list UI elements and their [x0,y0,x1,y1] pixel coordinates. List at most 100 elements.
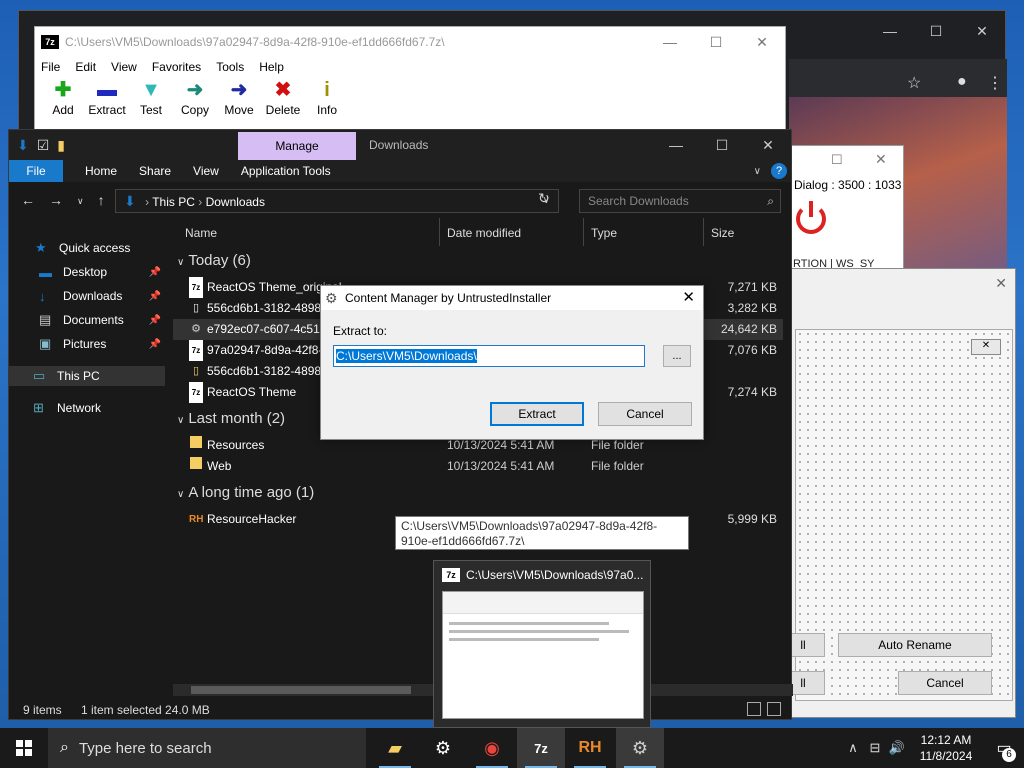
menu-tools[interactable]: Tools [216,60,244,74]
table-row[interactable]: Web 10/13/2024 5:41 AM File folder [173,456,783,477]
recent-locations-chevron-icon[interactable]: ∨ [77,192,84,210]
settings-taskbar-icon[interactable]: ⚙ [419,728,467,768]
sidebar-item-label: Network [57,401,102,415]
chrome-menu-icon[interactable]: ⋮ [987,73,1003,93]
breadcrumb-this-pc[interactable]: This PC [152,195,195,209]
column-header-type[interactable]: Type [591,218,617,248]
auto-rename-button[interactable]: Auto Rename [838,633,992,657]
up-arrow-icon[interactable]: ↑ [98,192,105,210]
bookmark-star-icon[interactable]: ☆ [907,73,921,93]
chrome-close-button[interactable]: ✕ [959,11,1005,51]
maximize-button[interactable]: ☐ [693,27,739,57]
group-header-long-ago[interactable]: ∨ A long time ago (1) [177,484,314,501]
background-dialog-maximize-button[interactable]: ☐ [831,152,843,168]
background-dialog-close-button[interactable]: ✕ [875,151,887,168]
file-explorer-taskbar-icon[interactable]: ▰ [371,728,419,768]
panel-close-icon[interactable]: ✕ [971,339,1001,355]
tab-manage[interactable]: Manage [238,132,356,160]
copy-button[interactable]: ➜ Copy [173,77,217,117]
7zip-taskbar-icon[interactable]: 7z [517,728,565,768]
column-divider[interactable] [703,218,704,246]
content-manager-taskbar-icon[interactable]: ⚙ [616,728,664,768]
breadcrumb-separator: › [145,195,150,209]
taskbar-thumbnail-preview[interactable]: 7z C:\Users\VM5\Downloads\97a0... [433,560,651,728]
clock[interactable]: 12:12 AM 11/8/2024 [908,732,984,764]
add-button[interactable]: ✚ Add [41,77,85,117]
close-button[interactable]: ✕ [745,130,791,160]
menu-view[interactable]: View [111,60,137,74]
pin-icon[interactable]: 📌 [149,315,161,326]
sidebar-item-desktop[interactable]: ▬ Desktop 📌 [39,262,165,282]
ribbon-expand-chevron-icon[interactable]: ∨ [754,166,761,177]
resource-hacker-taskbar-icon[interactable]: RH [566,728,614,768]
menu-favorites[interactable]: Favorites [152,60,201,74]
column-header-date[interactable]: Date modified [447,218,521,248]
search-input[interactable]: Search Downloads ⌕ [579,189,781,213]
close-button[interactable]: ✕ [739,27,785,57]
sidebar-item-documents[interactable]: ▤ Documents 📌 [39,310,165,330]
chrome-maximize-button[interactable]: ☐ [913,11,959,51]
scrollbar-thumb[interactable] [191,686,411,694]
move-button[interactable]: ➜ Move [217,77,261,117]
column-header-name[interactable]: Name [185,218,217,248]
tab-application-tools[interactable]: Application Tools [241,164,331,178]
sidebar-item-downloads[interactable]: ↓ Downloads 📌 [39,286,165,306]
forward-arrow-icon[interactable]: → [49,192,63,210]
cancel-button[interactable]: Cancel [598,402,692,426]
column-divider[interactable] [439,218,440,246]
refresh-icon[interactable]: ↻ [538,190,550,207]
chevron-up-icon[interactable]: ∧ [842,740,864,756]
extract-button[interactable]: ▬ Extract [85,77,129,117]
start-button[interactable] [0,728,48,768]
download-arrow-icon[interactable]: ⬇ [17,137,29,154]
browse-button[interactable]: ... [663,345,691,367]
extract-path-input[interactable]: C:\Users\VM5\Downloads\ [333,345,645,367]
close-icon[interactable]: ✕ [682,286,695,310]
column-divider[interactable] [583,218,584,246]
sidebar-item-pictures[interactable]: ▣ Pictures 📌 [39,334,165,354]
minimize-button[interactable]: — [653,130,699,160]
menu-help[interactable]: Help [259,60,284,74]
maximize-button[interactable]: ☐ [699,130,745,160]
sidebar-item-quick-access[interactable]: ★ Quick access [35,238,169,258]
menu-edit[interactable]: Edit [75,60,96,74]
sidebar-item-this-pc[interactable]: ▭ This PC [9,366,165,386]
profile-icon[interactable]: ● [957,73,967,91]
sidebar-item-network[interactable]: ⊞ Network [33,398,167,418]
info-button[interactable]: i Info [305,77,349,117]
back-arrow-icon[interactable]: ← [21,192,35,210]
tab-file[interactable]: File [9,160,63,182]
tab-view[interactable]: View [193,164,219,178]
pin-icon[interactable]: 📌 [149,291,161,302]
properties-icon[interactable]: ☑ [37,137,50,154]
taskbar-search-box[interactable]: ⌕ Type here to search [48,728,366,768]
cancel-button[interactable]: Cancel [898,671,992,695]
new-folder-icon[interactable]: ▮ [57,137,65,154]
group-header-last-month[interactable]: ∨ Last month (2) [177,410,285,427]
minimize-button[interactable]: — [647,27,693,57]
breadcrumb-downloads[interactable]: Downloads [206,195,265,209]
delete-button[interactable]: ✖ Delete [261,77,305,117]
desktop-icon: ▬ [39,264,52,280]
group-header-today[interactable]: ∨ Today (6) [177,252,251,269]
large-icons-view-icon[interactable] [767,702,781,716]
address-bar[interactable]: ⬇ › This PC › Downloads ∨ [115,189,559,213]
folder-icon [189,435,203,456]
notification-center-icon[interactable]: ▭ 6 [984,738,1024,762]
tab-share[interactable]: Share [139,164,171,178]
file-name: ReactOS Theme [207,385,297,399]
menu-file[interactable]: File [41,60,60,74]
details-view-icon[interactable] [747,702,761,716]
close-icon[interactable]: ✕ [995,275,1007,292]
volume-icon[interactable]: 🔊 [886,740,908,756]
column-header-size[interactable]: Size [711,218,734,248]
tab-home[interactable]: Home [85,164,117,178]
extract-button[interactable]: Extract [490,402,584,426]
help-icon[interactable]: ? [771,163,787,179]
chrome-taskbar-icon[interactable]: ◉ [468,728,516,768]
chrome-minimize-button[interactable]: — [867,11,913,51]
test-button[interactable]: ▼ Test [129,77,173,117]
pin-icon[interactable]: 📌 [149,339,161,350]
pin-icon[interactable]: 📌 [149,267,161,278]
network-icon[interactable]: ⊟ [864,740,886,756]
